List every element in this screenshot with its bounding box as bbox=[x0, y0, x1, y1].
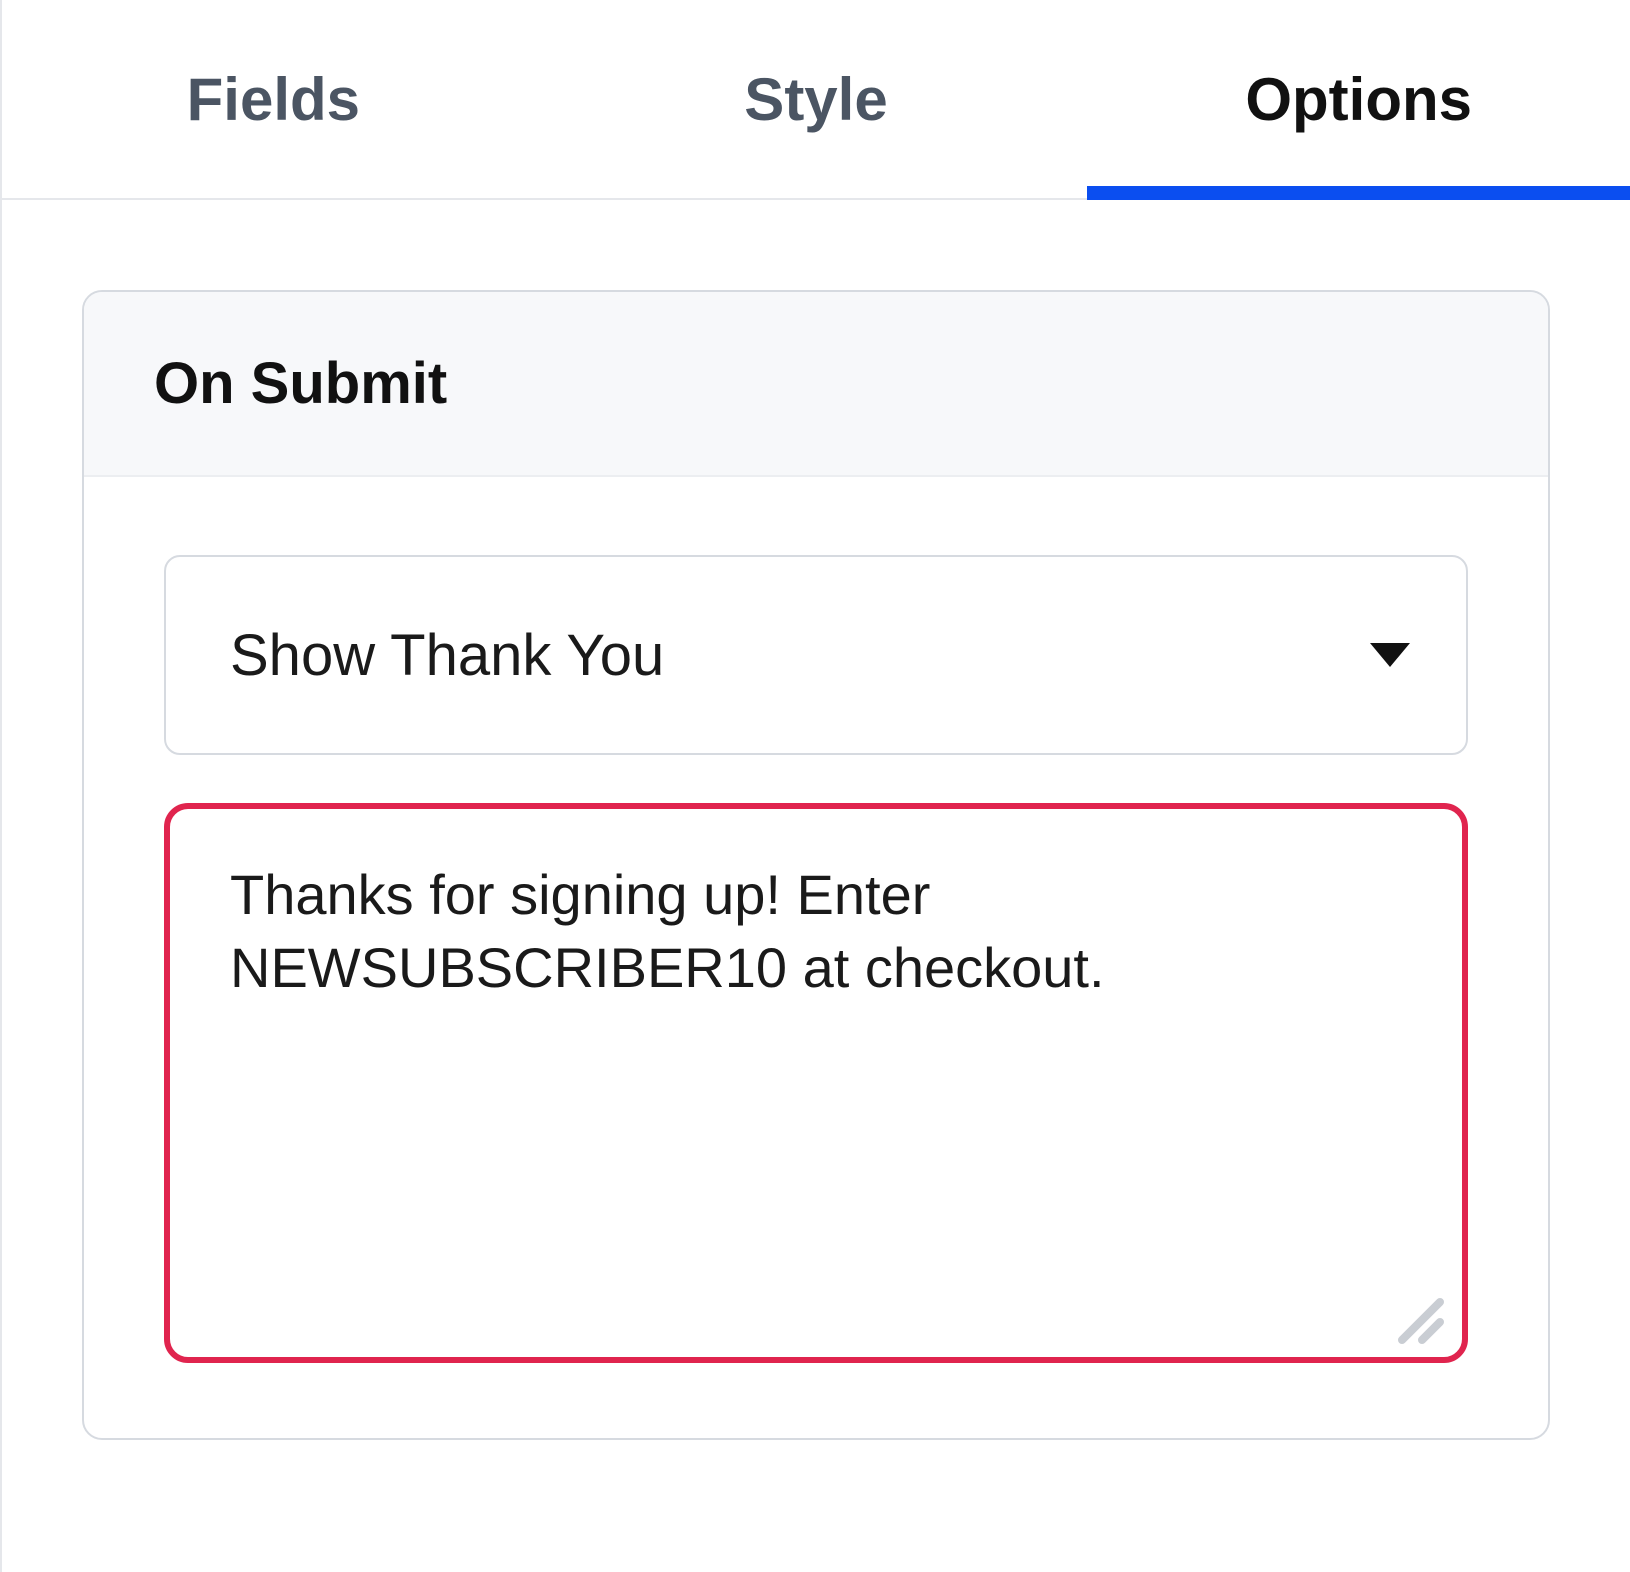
tabs: Fields Style Options bbox=[2, 0, 1630, 200]
tab-content: On Submit Show Thank You bbox=[2, 200, 1630, 1530]
tab-fields[interactable]: Fields bbox=[2, 0, 545, 198]
tab-fields-label: Fields bbox=[187, 65, 360, 134]
on-submit-panel: On Submit Show Thank You bbox=[82, 290, 1550, 1440]
panel-body: Show Thank You bbox=[84, 477, 1548, 1438]
tab-style-label: Style bbox=[744, 65, 887, 134]
panel-header: On Submit bbox=[84, 292, 1548, 477]
tab-options-label: Options bbox=[1245, 65, 1472, 134]
tab-style[interactable]: Style bbox=[545, 0, 1088, 198]
thank-you-message-wrap bbox=[164, 803, 1468, 1368]
options-pane: Fields Style Options On Submit Show Than… bbox=[0, 0, 1630, 1572]
tab-options[interactable]: Options bbox=[1087, 0, 1630, 198]
thank-you-message-textarea[interactable] bbox=[164, 803, 1468, 1363]
on-submit-action-select[interactable]: Show Thank You bbox=[164, 555, 1468, 755]
chevron-down-icon bbox=[1370, 643, 1410, 667]
select-value: Show Thank You bbox=[230, 622, 664, 689]
panel-title: On Submit bbox=[154, 350, 1478, 417]
